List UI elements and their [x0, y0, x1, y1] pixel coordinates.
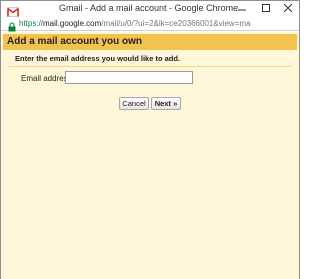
divider — [9, 66, 291, 67]
maximize-icon[interactable] — [255, 1, 277, 15]
dialog-page: Add a mail account you own Enter the ema… — [1, 32, 299, 279]
close-icon[interactable] — [277, 1, 299, 15]
page-title: Add a mail account you own — [7, 36, 143, 47]
browser-window: Gmail - Add a mail account - Google Chro… — [0, 0, 300, 279]
address-bar[interactable]: https://mail.google.com/mail/u/0/?ui=2&i… — [1, 17, 299, 32]
lock-icon — [8, 19, 16, 32]
title-bar: Gmail - Add a mail account - Google Chro… — [1, 1, 299, 17]
minimize-icon[interactable] — [231, 1, 253, 15]
url-path: /mail/u/0/?ui=2&ik=ce20366001&view=ma — [101, 19, 251, 28]
email-field[interactable] — [65, 71, 193, 84]
cancel-button[interactable]: Cancel — [119, 97, 149, 110]
dialog-header: Add a mail account you own — [3, 34, 297, 50]
url-host: mail.google.com — [43, 19, 102, 28]
url-text[interactable]: https://mail.google.com/mail/u/0/?ui=2&i… — [19, 19, 297, 28]
window-title: Gmail - Add a mail account - Google Chro… — [59, 3, 239, 13]
url-scheme: https:// — [19, 19, 44, 28]
instruction-text: Enter the email address you would like t… — [15, 54, 181, 63]
next-button[interactable]: Next » — [151, 97, 181, 110]
gmail-icon — [7, 4, 19, 17]
